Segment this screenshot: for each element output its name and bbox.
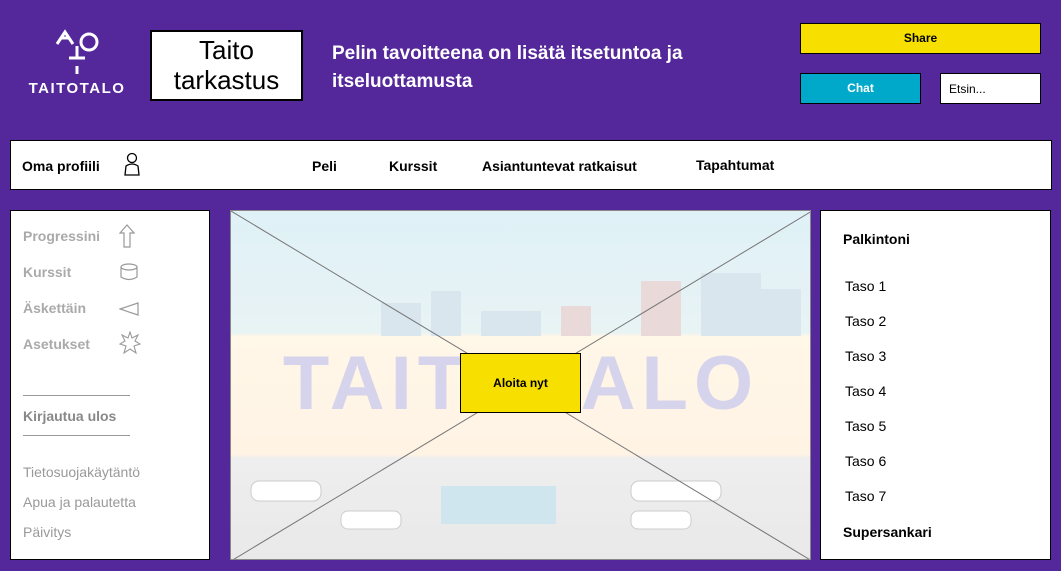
feedback-link[interactable]: Apua ja palautetta: [23, 494, 136, 510]
reward-level[interactable]: Taso 4: [845, 383, 886, 399]
database-icon: [120, 263, 138, 281]
rewards-panel: Palkintoni Taso 1 Taso 2 Taso 3 Taso 4 T…: [820, 210, 1051, 560]
rewards-title: Palkintoni: [843, 231, 910, 247]
sidebar-item-askettain[interactable]: Äskettäin: [23, 300, 86, 316]
sidebar: Progressini Kurssit Äskettäin Asetukset …: [10, 210, 210, 560]
headline: Pelin tavoitteena on lisätä itsetuntoa j…: [332, 43, 683, 92]
nav-item-tapahtumat[interactable]: Tapahtumat: [696, 157, 774, 173]
taitotalo-logo[interactable]: TAITOTALO: [22, 28, 132, 113]
privacy-link[interactable]: Tietosuojakäytäntö: [23, 464, 140, 480]
sidebar-item-progressini[interactable]: Progressini: [23, 228, 100, 244]
start-button[interactable]: Aloita nyt: [460, 353, 581, 413]
chat-button[interactable]: Chat: [800, 73, 921, 104]
top-navigation: Oma profiili Peli Kurssit Asiantuntevat …: [10, 140, 1052, 190]
reward-level[interactable]: Taso 1: [845, 278, 886, 294]
update-link[interactable]: Päivitys: [23, 524, 71, 540]
logout-link[interactable]: Kirjautua ulos: [23, 408, 116, 424]
share-button[interactable]: Share: [800, 23, 1041, 54]
logo-text: TAITOTALO: [28, 80, 126, 97]
reward-level[interactable]: Taso 3: [845, 348, 886, 364]
nav-item-peli[interactable]: Peli: [312, 158, 337, 174]
reward-final[interactable]: Supersankari: [843, 524, 932, 540]
user-icon[interactable]: [123, 152, 141, 176]
sidebar-item-asetukset[interactable]: Asetukset: [23, 336, 90, 352]
logo-mark-icon: [55, 29, 99, 74]
sidebar-item-kurssit[interactable]: Kurssit: [23, 264, 71, 280]
reward-level[interactable]: Taso 2: [845, 313, 886, 329]
reward-level[interactable]: Taso 5: [845, 418, 886, 434]
reward-level[interactable]: Taso 6: [845, 453, 886, 469]
divider: [23, 395, 130, 396]
divider: [23, 435, 130, 436]
nav-item-kurssit[interactable]: Kurssit: [389, 158, 437, 174]
star-burst-icon: [119, 331, 141, 355]
arrow-up-icon: [119, 224, 135, 248]
page-title: Taito tarkastus: [150, 30, 303, 101]
nav-item-asiantuntevat[interactable]: Asiantuntevat ratkaisut: [482, 158, 637, 174]
triangle-left-icon: [119, 302, 139, 316]
nav-profile[interactable]: Oma profiili: [22, 158, 100, 174]
reward-level[interactable]: Taso 7: [845, 488, 886, 504]
search-input[interactable]: [940, 73, 1041, 104]
